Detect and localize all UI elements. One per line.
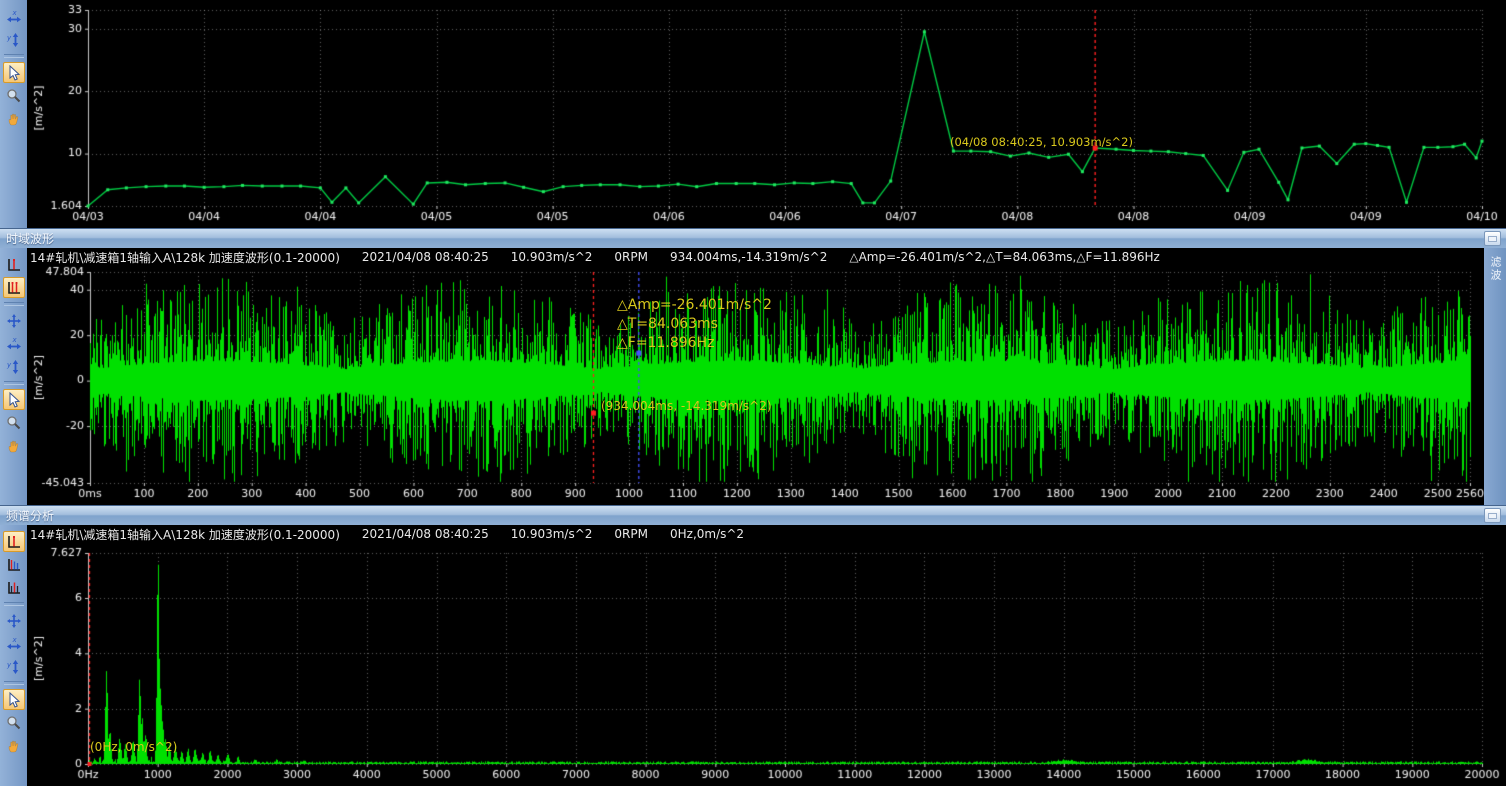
move-icon[interactable] bbox=[3, 610, 25, 631]
toolbar-separator bbox=[4, 302, 24, 306]
cursor-double-icon[interactable] bbox=[3, 277, 25, 298]
waveform-panel: 时域波形 xy 14#轧机\减速箱1轴输入A\128k 加速度波形(0.1-20… bbox=[0, 228, 1506, 505]
waveform-toolbar: xy bbox=[0, 248, 27, 505]
svg-text:x: x bbox=[11, 636, 17, 644]
channel-path: 14#轧机\减速箱1轴输入A\128k 加速度波形(0.1-20000) bbox=[30, 526, 340, 543]
waveform-header: 14#轧机\减速箱1轴输入A\128k 加速度波形(0.1-20000) 202… bbox=[27, 248, 1484, 266]
waveform-chart-canvas[interactable] bbox=[27, 266, 1484, 505]
delta-readout: △Amp=-26.401m/s^2,△T=84.063ms,△F=11.896H… bbox=[849, 250, 1159, 264]
minimize-button[interactable] bbox=[1484, 508, 1501, 523]
waveform-titlebar: 时域波形 bbox=[0, 228, 1506, 248]
hand-icon[interactable] bbox=[3, 735, 25, 756]
spectrum-header: 14#轧机\减速箱1轴输入A\128k 加速度波形(0.1-20000) 202… bbox=[27, 525, 1506, 543]
channel-path: 14#轧机\减速箱1轴输入A\128k 加速度波形(0.1-20000) bbox=[30, 249, 340, 266]
hand-icon[interactable] bbox=[3, 108, 25, 129]
spectrum-toolbar: xy bbox=[0, 525, 27, 786]
svg-text:y: y bbox=[6, 361, 12, 369]
spectrum-panel: 频谱分析 xy 14#轧机\减速箱1轴输入A\128k 加速度波形(0.1-20… bbox=[0, 505, 1506, 786]
harmonic-icon[interactable] bbox=[3, 554, 25, 575]
overall-value: 10.903m/s^2 bbox=[511, 250, 593, 264]
x-expand-icon[interactable]: x bbox=[3, 6, 25, 27]
pointer-icon[interactable] bbox=[3, 689, 25, 710]
trend-panel: xy bbox=[0, 0, 1506, 228]
zoom-icon[interactable] bbox=[3, 85, 25, 106]
overall-value: 10.903m/s^2 bbox=[511, 527, 593, 541]
trend-toolbar: xy bbox=[0, 0, 27, 228]
zoom-icon[interactable] bbox=[3, 712, 25, 733]
cursor-single-icon[interactable] bbox=[3, 254, 25, 275]
y-expand-icon[interactable]: y bbox=[3, 356, 25, 377]
minimize-button[interactable] bbox=[1484, 231, 1501, 246]
svg-text:y: y bbox=[6, 34, 12, 42]
rpm-value: 0RPM bbox=[614, 527, 648, 541]
zoom-icon[interactable] bbox=[3, 412, 25, 433]
waveform-panel-title: 时域波形 bbox=[0, 230, 1484, 247]
spectrum-panel-title: 频谱分析 bbox=[0, 507, 1484, 524]
cursor-readout: 0Hz,0m/s^2 bbox=[670, 527, 744, 541]
hand-icon[interactable] bbox=[3, 435, 25, 456]
toolbar-separator bbox=[4, 54, 24, 58]
filter-tab-label: 滤波 bbox=[1487, 256, 1503, 505]
rpm-value: 0RPM bbox=[614, 250, 648, 264]
x-expand-icon[interactable]: x bbox=[3, 333, 25, 354]
sideband-icon[interactable] bbox=[3, 577, 25, 598]
toolbar-separator bbox=[4, 681, 24, 685]
pointer-icon[interactable] bbox=[3, 62, 25, 83]
timestamp: 2021/04/08 08:40:25 bbox=[362, 250, 489, 264]
toolbar-separator bbox=[4, 602, 24, 606]
spectrum-titlebar: 频谱分析 bbox=[0, 505, 1506, 525]
x-expand-icon[interactable]: x bbox=[3, 633, 25, 654]
trend-chart-canvas[interactable] bbox=[27, 0, 1506, 228]
cursor-readout: 934.004ms,-14.319m/s^2 bbox=[670, 250, 827, 264]
spectrum-chart-canvas[interactable] bbox=[27, 543, 1506, 786]
cursor-single-icon[interactable] bbox=[3, 531, 25, 552]
move-icon[interactable] bbox=[3, 310, 25, 331]
filter-side-tab[interactable]: 滤波 bbox=[1484, 248, 1506, 505]
svg-text:y: y bbox=[6, 661, 12, 669]
timestamp: 2021/04/08 08:40:25 bbox=[362, 527, 489, 541]
y-expand-icon[interactable]: y bbox=[3, 29, 25, 50]
toolbar-separator bbox=[4, 381, 24, 385]
svg-text:x: x bbox=[11, 336, 17, 344]
pointer-icon[interactable] bbox=[3, 389, 25, 410]
y-expand-icon[interactable]: y bbox=[3, 656, 25, 677]
svg-text:x: x bbox=[11, 9, 17, 17]
